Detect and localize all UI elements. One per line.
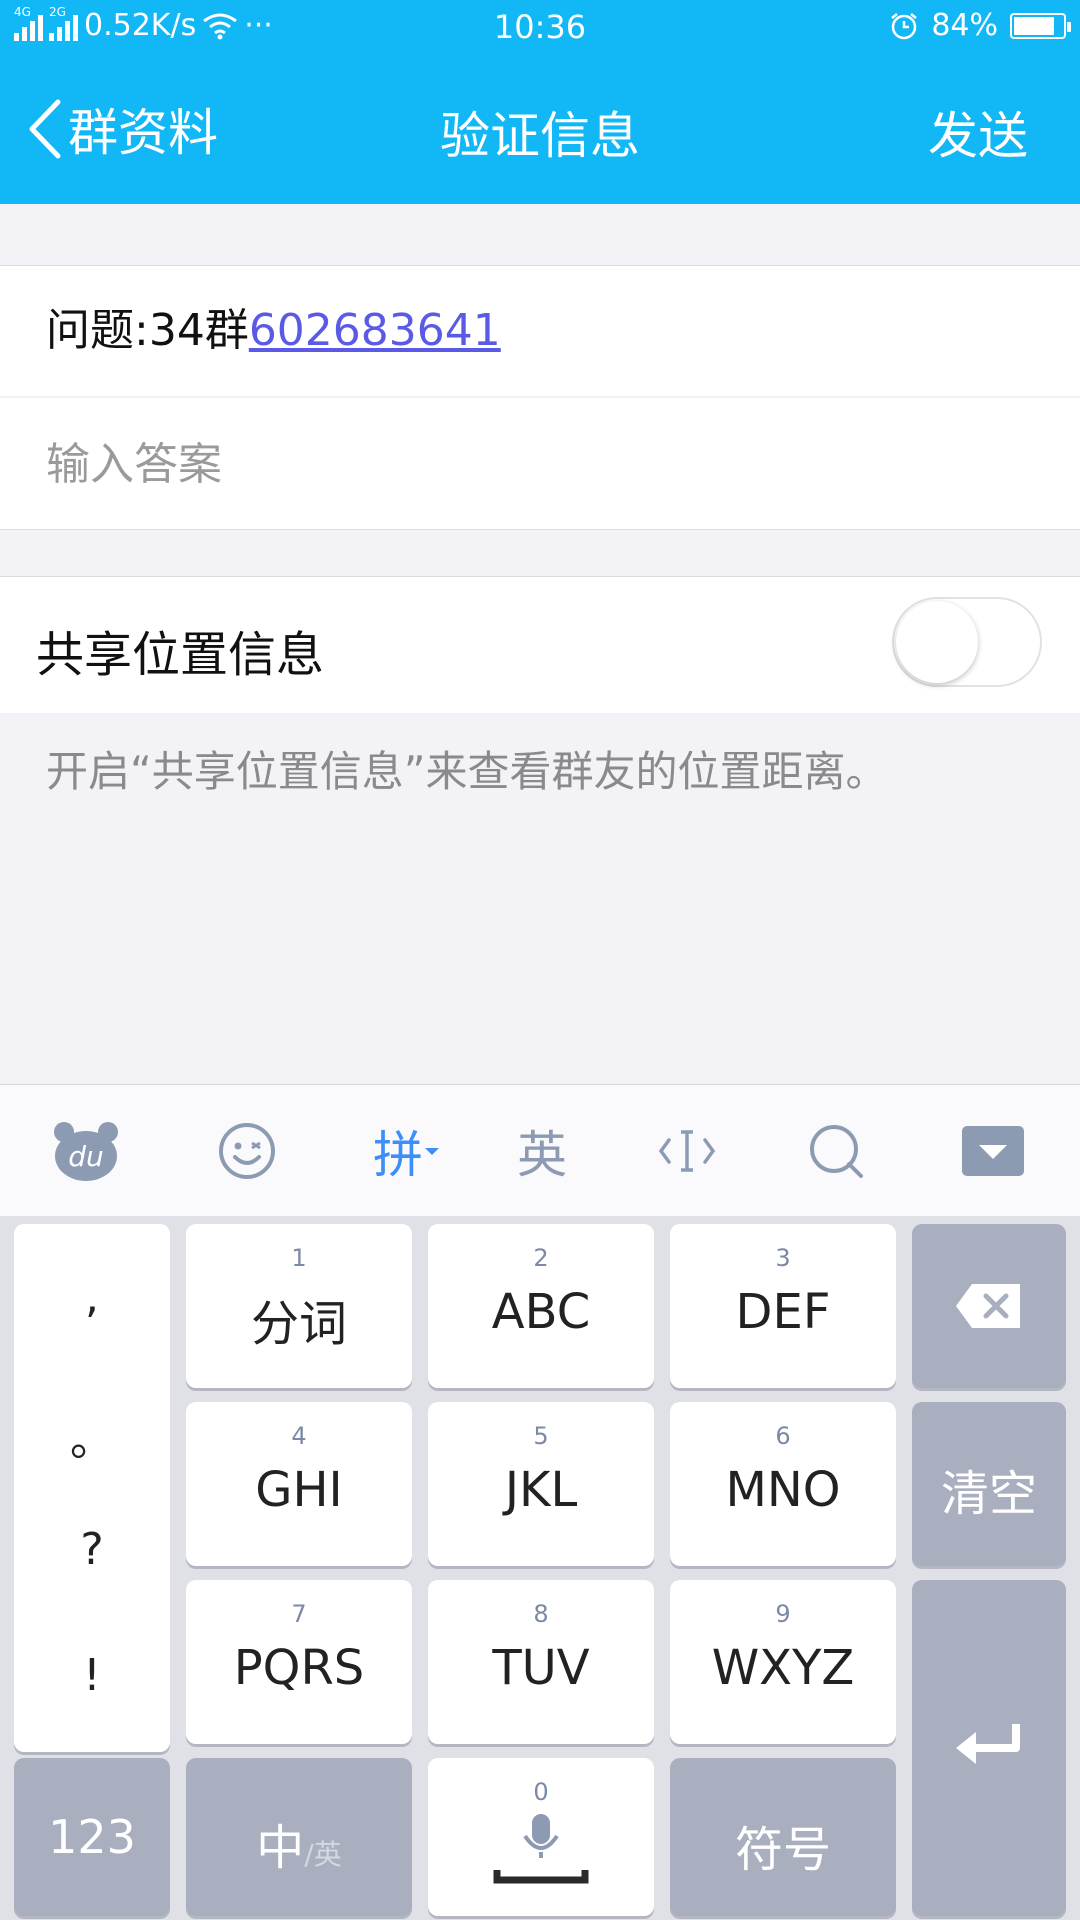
status-right: 84% bbox=[889, 8, 1071, 43]
key-label: TUV bbox=[492, 1640, 590, 1696]
share-location-toggle[interactable] bbox=[892, 597, 1042, 687]
share-location-row: 共享位置信息 bbox=[0, 577, 1080, 713]
key-label: JKL bbox=[504, 1462, 578, 1518]
battery-percent: 84% bbox=[931, 8, 998, 43]
battery-icon bbox=[1010, 12, 1071, 39]
caret-down-icon bbox=[425, 1148, 439, 1155]
toggle-knob bbox=[896, 601, 978, 683]
chevron-left-icon bbox=[29, 99, 61, 159]
key-label: GHI bbox=[255, 1462, 343, 1518]
cursor-icon[interactable] bbox=[656, 1111, 718, 1191]
back-button[interactable]: 群资料 bbox=[24, 94, 218, 164]
symbols-key[interactable]: 符号 bbox=[670, 1758, 896, 1916]
pinyin-label: 拼 bbox=[373, 1126, 423, 1184]
send-button[interactable]: 发送 bbox=[928, 96, 1028, 168]
microphone-icon bbox=[493, 1814, 589, 1884]
question-mark-key[interactable]: ? bbox=[14, 1524, 170, 1575]
zh-label: 中 bbox=[256, 1820, 305, 1876]
search-icon[interactable] bbox=[806, 1111, 866, 1191]
back-label: 群资料 bbox=[68, 104, 218, 162]
backspace-icon bbox=[956, 1284, 1020, 1328]
key-6[interactable]: 6 MNO bbox=[670, 1402, 896, 1566]
key-7[interactable]: 7 PQRS bbox=[186, 1580, 412, 1744]
space-key[interactable]: 0 bbox=[428, 1758, 654, 1916]
pinyin-mode-button[interactable]: 拼 bbox=[364, 1111, 450, 1191]
backspace-key[interactable] bbox=[912, 1224, 1066, 1388]
divider bbox=[0, 529, 1080, 530]
comma-key[interactable]: , bbox=[14, 1272, 170, 1323]
key-label: PQRS bbox=[233, 1640, 365, 1696]
key-number: 8 bbox=[533, 1600, 549, 1628]
language-switch-label: 中/英 bbox=[186, 1808, 412, 1878]
key-label: ABC bbox=[491, 1284, 591, 1340]
key-9[interactable]: 9 WXYZ bbox=[670, 1580, 896, 1744]
key-8[interactable]: 8 TUV bbox=[428, 1580, 654, 1744]
keyboard: , 。 ? ! 1 分词 2 ABC 3 DEF 4 GHI 5 JKL 6 M… bbox=[0, 1216, 1080, 1920]
symbols-label: 符号 bbox=[734, 1822, 831, 1878]
key-3[interactable]: 3 DEF bbox=[670, 1224, 896, 1388]
emoji-icon[interactable] bbox=[212, 1111, 282, 1191]
baidu-logo-icon[interactable]: du bbox=[50, 1111, 122, 1191]
key-number: 9 bbox=[775, 1600, 791, 1628]
key-number: 1 bbox=[291, 1244, 307, 1272]
key-2[interactable]: 2 ABC bbox=[428, 1224, 654, 1388]
group-number-link[interactable]: 602683641 bbox=[249, 305, 501, 356]
key-number: 7 bbox=[291, 1600, 307, 1628]
svg-text:du: du bbox=[68, 1140, 104, 1173]
question-row: 问题:34群602683641 bbox=[0, 266, 1080, 396]
key-number: 0 bbox=[533, 1778, 549, 1806]
key-number: 2 bbox=[533, 1244, 549, 1272]
share-location-hint: 开启“共享位置信息”来查看群友的位置距离。 bbox=[46, 747, 888, 796]
key-label: MNO bbox=[725, 1462, 841, 1518]
enter-key[interactable] bbox=[912, 1580, 1066, 1916]
key-label: WXYZ bbox=[711, 1640, 855, 1696]
language-switch-key[interactable]: 中/英 bbox=[186, 1758, 412, 1916]
key-label: 分词 bbox=[250, 1296, 347, 1352]
hide-keyboard-icon[interactable] bbox=[962, 1111, 1024, 1191]
numeric-label: 123 bbox=[48, 1810, 136, 1864]
key-label: DEF bbox=[735, 1284, 831, 1340]
share-location-label: 共享位置信息 bbox=[36, 627, 325, 683]
battery-level bbox=[1014, 16, 1055, 35]
key-1[interactable]: 1 分词 bbox=[186, 1224, 412, 1388]
key-number: 5 bbox=[533, 1422, 549, 1450]
key-4[interactable]: 4 GHI bbox=[186, 1402, 412, 1566]
numeric-key[interactable]: 123 bbox=[14, 1758, 170, 1916]
punctuation-column[interactable]: , 。 ? ! bbox=[14, 1224, 170, 1752]
key-number: 3 bbox=[775, 1244, 791, 1272]
answer-input[interactable] bbox=[46, 436, 1006, 492]
key-5[interactable]: 5 JKL bbox=[428, 1402, 654, 1566]
answer-row bbox=[0, 397, 1080, 529]
status-bar: 4G 2G 0.52K/s ··· 10:36 84% bbox=[0, 0, 1080, 56]
exclamation-key[interactable]: ! bbox=[14, 1650, 170, 1701]
nav-bar: 群资料 验证信息 发送 bbox=[0, 56, 1080, 204]
english-mode-button[interactable]: 英 bbox=[512, 1111, 572, 1191]
alarm-icon bbox=[891, 12, 918, 39]
clear-key[interactable]: 清空 bbox=[912, 1402, 1066, 1566]
keyboard-toolbar: du 拼 英 bbox=[0, 1084, 1080, 1216]
key-number: 6 bbox=[775, 1422, 791, 1450]
key-number: 4 bbox=[291, 1422, 307, 1450]
enter-icon bbox=[956, 1724, 1020, 1764]
question-text: 问题:34群 bbox=[46, 305, 249, 356]
period-key[interactable]: 。 bbox=[14, 1404, 170, 1468]
en-sub-label: /英 bbox=[304, 1838, 342, 1871]
english-label: 英 bbox=[517, 1126, 567, 1184]
clear-label: 清空 bbox=[940, 1466, 1037, 1522]
